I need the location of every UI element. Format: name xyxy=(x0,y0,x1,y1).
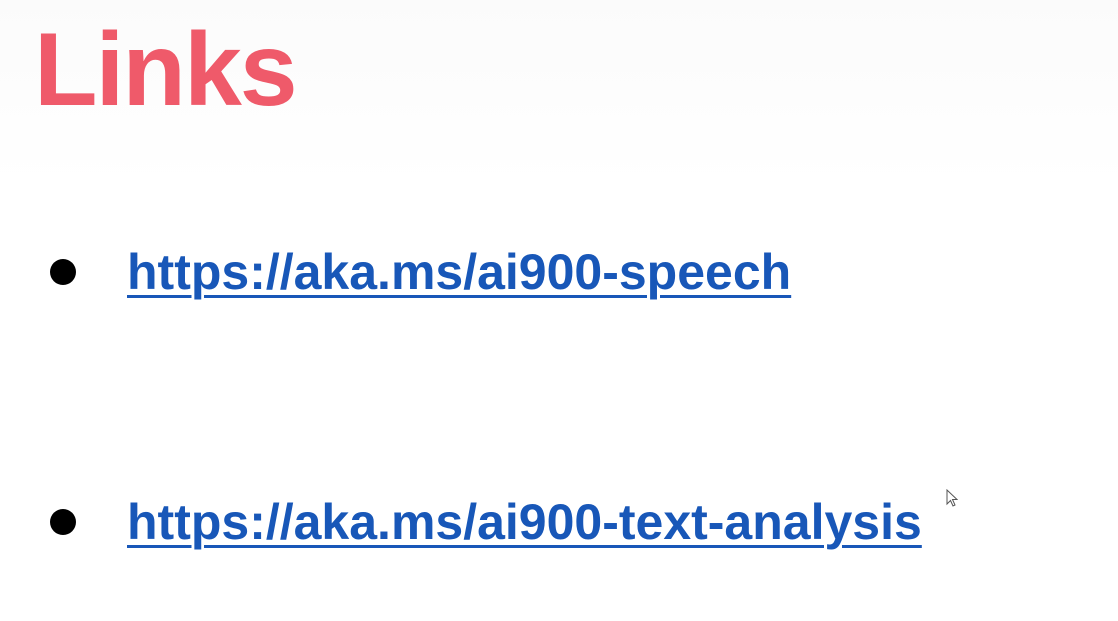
link-ai900-text-analysis[interactable]: https://aka.ms/ai900-text-analysis xyxy=(127,492,922,552)
bullet-icon xyxy=(50,509,76,535)
mouse-pointer-icon xyxy=(946,489,958,507)
slide-title: Links xyxy=(34,12,298,128)
slide: Links https://aka.ms/ai900-speech https:… xyxy=(0,0,1118,621)
list-item: https://aka.ms/ai900-text-analysis xyxy=(50,492,922,552)
link-ai900-speech[interactable]: https://aka.ms/ai900-speech xyxy=(127,242,791,302)
bullet-icon xyxy=(50,259,76,285)
list-item: https://aka.ms/ai900-speech xyxy=(50,242,791,302)
